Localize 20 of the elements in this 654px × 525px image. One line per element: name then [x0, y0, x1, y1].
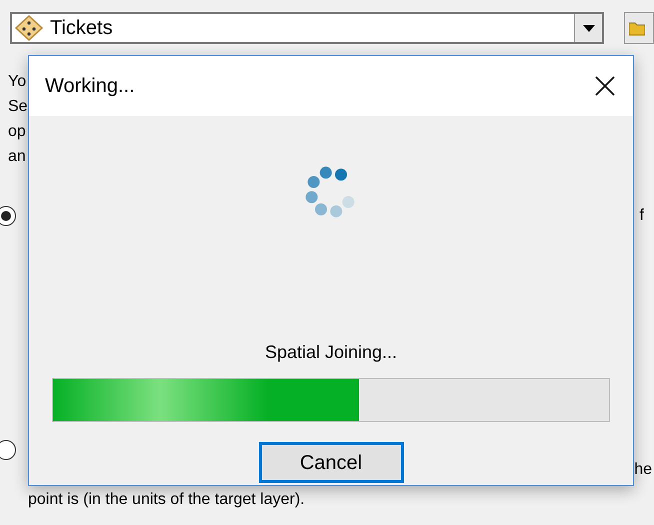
- text-fragment: Se: [8, 97, 28, 116]
- caret-down-icon: [582, 24, 595, 32]
- text-fragment: an: [8, 147, 26, 166]
- close-icon[interactable]: [595, 76, 615, 96]
- radio-button[interactable]: [0, 440, 16, 460]
- text-fragment: f: [640, 206, 644, 226]
- dropdown-arrow-button[interactable]: [574, 14, 602, 42]
- text-fragment: op: [8, 122, 26, 141]
- folder-icon: [629, 20, 646, 36]
- description-text: point is (in the units of the target layer).: [28, 491, 305, 508]
- dialog-title: Working...: [45, 74, 135, 99]
- layer-diamond-icon: [14, 14, 44, 42]
- folder-button[interactable]: [624, 12, 654, 44]
- status-text: Spatial Joining...: [264, 341, 398, 364]
- dropdown-value: Tickets: [50, 16, 114, 41]
- radio-button[interactable]: [0, 206, 16, 226]
- cancel-button[interactable]: Cancel: [258, 442, 404, 483]
- text-fragment: Yo: [8, 72, 26, 91]
- layer-dropdown[interactable]: Tickets: [10, 12, 604, 44]
- text-fragment: he: [634, 460, 652, 480]
